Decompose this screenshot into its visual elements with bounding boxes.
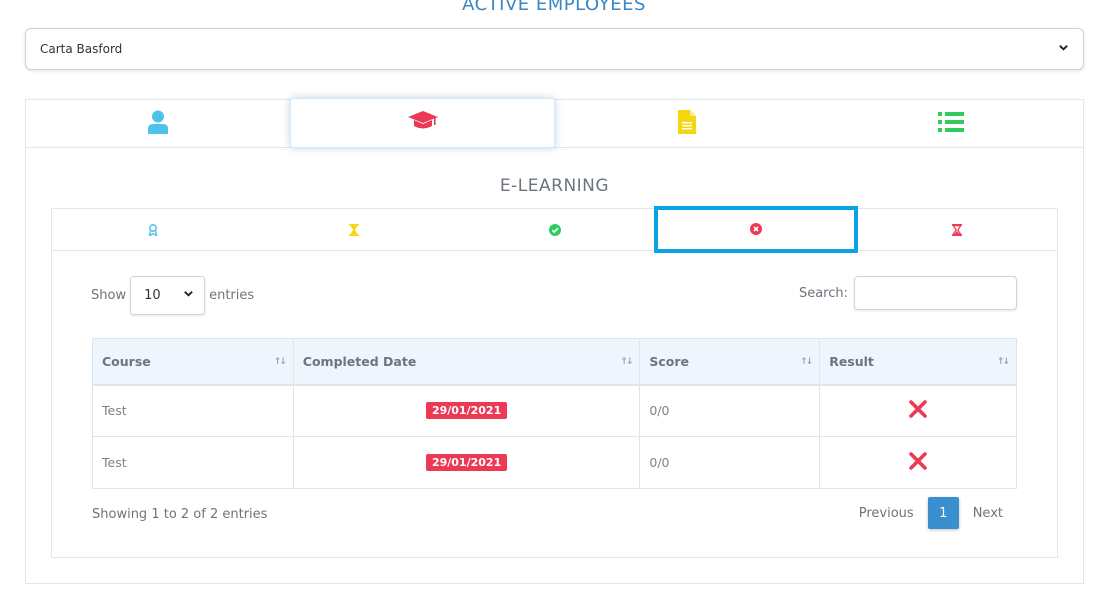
- course-cell: Test: [92, 436, 294, 489]
- course-cell: Test: [92, 384, 294, 437]
- search-control: Search:: [799, 276, 1017, 310]
- tab-passed[interactable]: [454, 209, 655, 251]
- e-learning-table: Course ↑↓ Completed Date ↑↓ Score ↑↓ Res…: [92, 338, 1017, 489]
- column-header-label: Course: [102, 353, 151, 369]
- chevron-down-icon: [1058, 42, 1069, 56]
- table-row: Test 29/01/2021 0/0: [92, 384, 1017, 437]
- check-circle-icon: [548, 221, 561, 240]
- tab-e-learning[interactable]: [290, 98, 555, 148]
- table-info: Showing 1 to 2 of 2 entries: [92, 507, 268, 522]
- pagination: Previous 1 Next: [845, 497, 1017, 529]
- score-cell: 0/0: [639, 384, 821, 437]
- tab-pending[interactable]: [253, 209, 454, 251]
- column-header-completed-date[interactable]: Completed Date ↑↓: [292, 338, 641, 386]
- tab-list[interactable]: [819, 100, 1083, 148]
- result-cell: [819, 436, 1017, 489]
- document-icon: [678, 110, 696, 138]
- tab-failed[interactable]: [654, 206, 858, 253]
- main-tabs: [26, 98, 1083, 148]
- employee-select[interactable]: Carta Basford: [25, 28, 1084, 70]
- score-cell: 0/0: [639, 436, 821, 489]
- times-circle-icon: [750, 220, 762, 239]
- tab-documents[interactable]: [555, 100, 819, 148]
- user-icon: [147, 110, 169, 138]
- sort-icon: ↑↓: [800, 357, 813, 367]
- column-header-label: Result: [829, 353, 874, 369]
- column-header-label: Score: [649, 353, 690, 369]
- sort-icon: ↑↓: [996, 357, 1010, 367]
- list-icon: [938, 111, 964, 137]
- fail-x-icon: [909, 452, 927, 473]
- search-input[interactable]: [854, 276, 1017, 310]
- hourglass-end-icon: [951, 221, 962, 240]
- completed-date-cell: 29/01/2021: [292, 436, 641, 489]
- next-button[interactable]: Next: [959, 506, 1017, 521]
- e-learning-panel: Show 10 entries Search: Course ↑↓ Comple…: [51, 206, 1058, 558]
- date-badge: 29/01/2021: [425, 454, 508, 471]
- entries-select-value: 10: [144, 288, 161, 303]
- column-header-score[interactable]: Score ↑↓: [639, 338, 821, 386]
- previous-button[interactable]: Previous: [845, 506, 928, 521]
- column-header-course[interactable]: Course ↑↓: [92, 338, 294, 386]
- entries-select[interactable]: 10: [130, 276, 206, 315]
- entries-length-control: Show 10 entries: [91, 276, 254, 315]
- result-cell: [819, 384, 1017, 437]
- graduation-cap-icon: [407, 110, 439, 136]
- award-icon: [148, 221, 158, 240]
- chevron-down-icon: [183, 288, 194, 303]
- search-label: Search:: [798, 285, 848, 301]
- table-row: Test 29/01/2021 0/0: [92, 436, 1017, 489]
- entries-label: entries: [209, 288, 255, 303]
- date-badge: 29/01/2021: [425, 402, 508, 420]
- tab-certificates[interactable]: [52, 209, 253, 251]
- sort-icon: ↑↓: [273, 357, 287, 367]
- sub-tabs: [52, 206, 1057, 253]
- completed-date-cell: 29/01/2021: [292, 384, 641, 437]
- page-title: ACTIVE EMPLOYEES: [462, 0, 646, 15]
- tab-profile[interactable]: [26, 100, 290, 148]
- table-header-row: Course ↑↓ Completed Date ↑↓ Score ↑↓ Res…: [92, 338, 1017, 386]
- page-1-button[interactable]: 1: [927, 497, 959, 529]
- tab-expired[interactable]: [856, 209, 1057, 251]
- section-title: E-LEARNING: [499, 176, 610, 196]
- column-header-label: Completed Date: [302, 353, 417, 369]
- show-label: Show: [91, 288, 127, 303]
- sort-icon: ↑↓: [620, 357, 633, 367]
- employee-card: E-LEARNING Show 10 entries Search: Cours…: [25, 98, 1084, 584]
- hourglass-icon: [348, 221, 359, 240]
- fail-x-icon: [909, 400, 927, 421]
- column-header-result[interactable]: Result ↑↓: [819, 338, 1017, 386]
- employee-select-value: Carta Basford: [40, 42, 123, 56]
